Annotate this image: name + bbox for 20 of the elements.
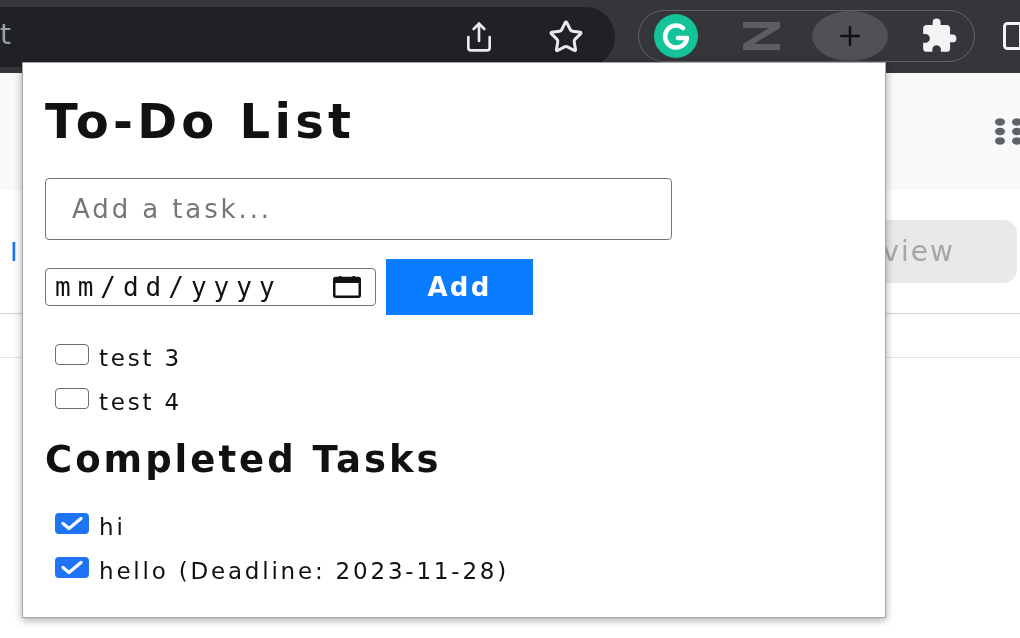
task-label: hi [99,513,126,539]
page-link[interactable]: I [10,235,18,268]
url-text: t [0,17,11,51]
g-logo-icon[interactable] [654,14,698,58]
task-label: test 4 [99,388,182,414]
task-input-field[interactable]: Add a task... [45,178,672,240]
task-label: test 3 [99,344,182,370]
star-icon[interactable] [548,19,584,55]
task-checkbox[interactable] [55,512,89,534]
add-button[interactable]: Add [386,259,533,315]
section-heading: Completed Tasks [45,441,442,478]
task-label: hello (Deadline: 2023-11-28) [99,557,510,583]
task-checkbox[interactable] [55,556,89,578]
task-checkbox[interactable] [55,343,89,365]
date-field[interactable]: mm/dd/yyyy [45,268,376,306]
popup-title: To-Do List [45,97,356,145]
calendar-icon[interactable] [333,276,361,298]
address-bar[interactable]: t [0,7,615,67]
puzzle-icon[interactable] [920,17,958,55]
task-checkbox[interactable] [55,387,89,409]
